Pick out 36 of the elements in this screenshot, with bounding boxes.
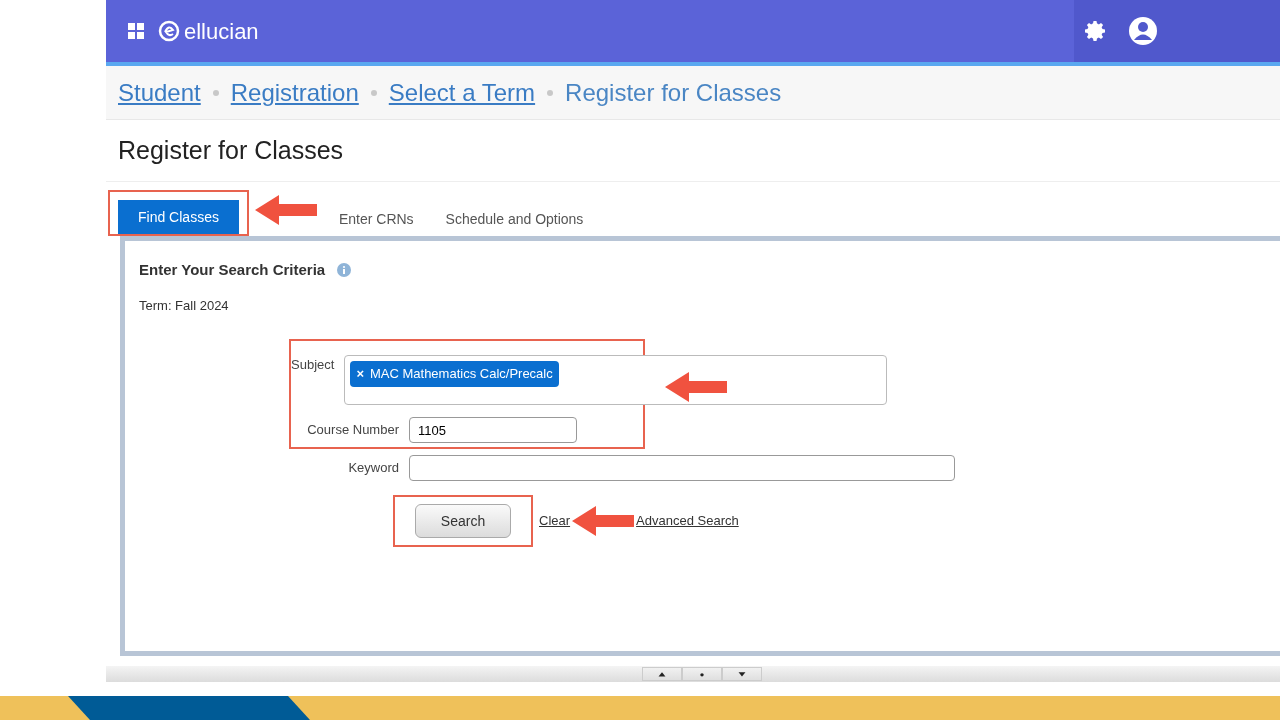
breadcrumb-link[interactable]: Student: [118, 74, 201, 111]
grid-menu-icon[interactable]: [128, 23, 144, 39]
search-button[interactable]: Search: [415, 504, 511, 538]
course-number-field[interactable]: 1105: [409, 417, 577, 443]
clear-link[interactable]: Clear: [539, 511, 571, 531]
breadcrumb-separator-icon: [547, 89, 554, 96]
advanced-search-link[interactable]: Advanced Search: [636, 511, 739, 531]
term-label: Term: Fall 2024: [139, 296, 230, 315]
page-title: Register for Classes: [118, 134, 344, 166]
tab[interactable]: Schedule and Options: [429, 202, 600, 236]
field-label: Course Number: [306, 421, 399, 440]
panel-heading: Enter Your Search Criteria: [139, 260, 326, 280]
chip-label: MAC Mathematics Calc/Precalc: [369, 365, 553, 383]
info-icon[interactable]: [337, 263, 352, 278]
breadcrumb-current: Register for Classes: [565, 77, 782, 108]
tab[interactable]: Enter CRNs: [322, 202, 430, 236]
arrow-annotation: [663, 369, 729, 405]
brand-name: ellucian: [184, 17, 259, 46]
settings-icon[interactable]: [1084, 19, 1108, 43]
remove-chip-icon[interactable]: ×: [356, 364, 364, 384]
tab[interactable]: Find Classes: [118, 200, 239, 234]
subject-field[interactable]: × MAC Mathematics Calc/Precalc: [344, 355, 888, 405]
breadcrumb-separator-icon: [370, 89, 377, 96]
scroll-up-icon[interactable]: [642, 667, 682, 681]
logo-icon: [158, 20, 180, 42]
field-label: Keyword: [347, 459, 399, 478]
breadcrumb-separator-icon: [212, 89, 219, 96]
scroll-down-icon[interactable]: [722, 667, 762, 681]
breadcrumb-link[interactable]: Registration: [230, 74, 359, 111]
horizontal-scrollbar[interactable]: [106, 666, 1280, 682]
subject-chip[interactable]: × MAC Mathematics Calc/Precalc: [350, 361, 559, 387]
breadcrumb-link[interactable]: Select a Term: [388, 74, 536, 111]
arrow-annotation: [570, 503, 637, 539]
keyword-field[interactable]: [409, 455, 955, 481]
user-avatar-icon[interactable]: [1128, 16, 1158, 46]
field-label: Subject: [291, 356, 335, 374]
